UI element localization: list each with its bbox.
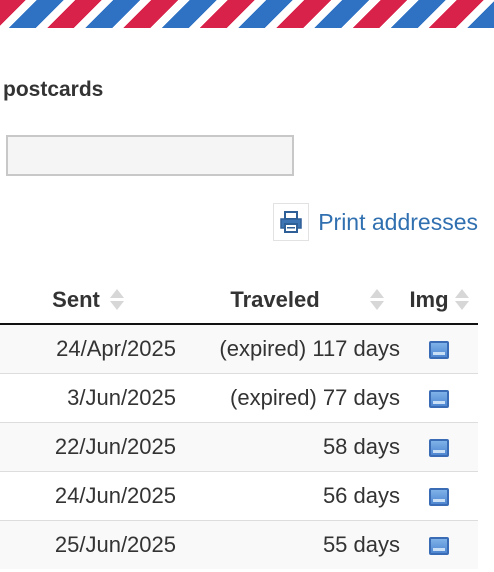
image-icon[interactable] [429,341,449,360]
column-header-label: Sent [52,286,100,312]
postcards-table: Sent Traveled Img 24/Apr/2025 (expired) [0,276,478,569]
image-icon[interactable] [429,439,449,458]
table-row: 24/Jun/2025 56 days [0,471,478,521]
sent-date-cell: 24/Jun/2025 [0,471,176,521]
table-row: 22/Jun/2025 58 days [0,422,478,472]
traveled-cell: 55 days [176,520,400,569]
traveled-cell: 58 days [176,422,400,472]
table-row: 24/Apr/2025 (expired) 117 days [0,323,478,374]
image-icon[interactable] [429,537,449,556]
column-header-label: Img [409,286,449,312]
traveled-cell: (expired) 77 days [176,373,400,423]
traveled-cell: (expired) 117 days [176,323,400,374]
image-icon[interactable] [429,390,449,409]
image-cell [400,373,478,423]
table-header-row: Sent Traveled Img [0,276,478,325]
sent-date-cell: 22/Jun/2025 [0,422,176,472]
column-header-traveled[interactable]: Traveled [176,276,400,325]
airmail-stripe-banner [0,0,494,28]
column-header-sent[interactable]: Sent [0,276,176,325]
traveled-cell: 56 days [176,471,400,521]
image-cell [400,471,478,521]
print-addresses-link[interactable]: Print addresses [318,209,478,236]
sort-arrows-icon[interactable] [109,289,124,310]
search-input[interactable] [6,135,294,176]
image-cell [400,422,478,472]
image-cell [400,323,478,374]
column-header-img[interactable]: Img [400,276,478,325]
sent-date-cell: 3/Jun/2025 [0,373,176,423]
sent-date-cell: 24/Apr/2025 [0,323,176,374]
sort-arrows-icon[interactable] [369,289,384,310]
image-cell [400,520,478,569]
table-row: 3/Jun/2025 (expired) 77 days [0,373,478,423]
printer-icon[interactable] [273,203,310,241]
table-row: 25/Jun/2025 55 days [0,520,478,569]
sent-date-cell: 25/Jun/2025 [0,520,176,569]
print-addresses-button[interactable]: Print addresses [273,202,478,242]
image-icon[interactable] [429,488,449,507]
column-header-label: Traveled [230,286,320,312]
sort-arrows-icon[interactable] [454,289,469,310]
section-title: postcards [3,78,104,101]
